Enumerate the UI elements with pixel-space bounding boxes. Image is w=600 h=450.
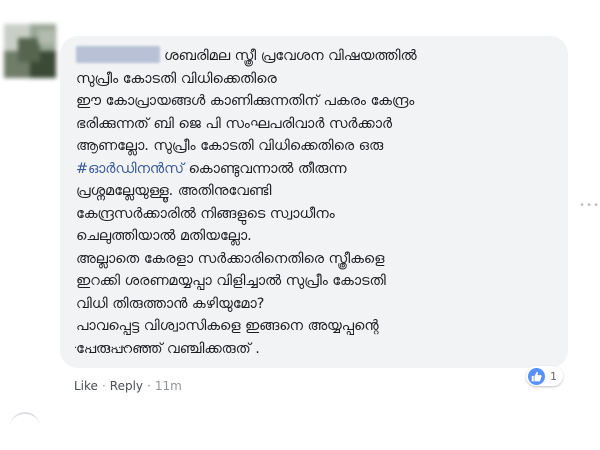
comment-line: അല്ലാതെ കേരളാ സർക്കാരിനെതിരെ സ്ത്രീകളെ bbox=[76, 250, 385, 267]
comment-text-segment: കൊണ്ടുവന്നാൽ തീരുന്ന bbox=[188, 160, 347, 177]
comment-line: ശബരിമല സ്ത്രീ പ്രവേശന വിഷയത്തിൽ bbox=[76, 45, 560, 68]
comment-line: ഈ കോപ്രായങ്ങൾ കാണിക്കുന്നതിന് പകരം കേന്ദ… bbox=[76, 93, 415, 109]
comment-line: #ഓർഡിനൻസ് കൊണ്ടുവന്നാൽ തീരുന്ന bbox=[76, 158, 560, 181]
comment-line: പ്രശ്നമല്ലേയുള്ളൂ. അതിനുവേണ്ടി bbox=[76, 183, 272, 199]
separator-dot: · bbox=[101, 379, 106, 393]
comment-screenshot: ശബരിമല സ്ത്രീ പ്രവേശന വിഷയത്തിൽ സുപ്രീം … bbox=[0, 0, 600, 450]
comment-timestamp[interactable]: 11m bbox=[155, 379, 182, 393]
thumbs-up-icon bbox=[528, 367, 545, 385]
comment-line: ഇറക്കി ശരണമയ്യപ്പാ വിളിച്ചാൽ സുപ്രീം കോട… bbox=[76, 273, 386, 289]
commenter-avatar[interactable] bbox=[4, 24, 56, 78]
commenter-name-blurred[interactable] bbox=[76, 46, 160, 63]
separator-dot: · bbox=[147, 379, 151, 393]
comment-line: ആണല്ലോ. സുപ്രീം കോടതി വിധിക്കെതിരെ ഒരു bbox=[76, 138, 384, 154]
more-options-icon[interactable]: • • • bbox=[579, 200, 599, 211]
comment-body: ശബരിമല സ്ത്രീ പ്രവേശന വിഷയത്തിൽ സുപ്രീം … bbox=[76, 45, 560, 360]
comment-line: സുപ്രീം കോടതി വിധിക്കെതിരെ bbox=[76, 70, 277, 87]
next-comment-avatar-partial bbox=[10, 412, 40, 442]
comment-line: ഭരിക്കുന്നത് ബി ജെ പി സംഘപരിവാർ സർക്കാർ bbox=[76, 115, 392, 132]
reaction-count: 1 bbox=[550, 369, 557, 383]
comment-actions: Like · Reply · 11m bbox=[74, 379, 182, 393]
comment-line: കേന്ദ്രസർക്കാരിൽ നിങ്ങളുടെ സ്വാധീനം bbox=[76, 205, 335, 222]
comment-text-segment: ശബരിമല സ്ത്രീ പ്രവേശന വിഷയത്തിൽ bbox=[164, 48, 417, 64]
reaction-summary[interactable]: 1 bbox=[526, 366, 563, 386]
like-button[interactable]: Like bbox=[74, 379, 98, 393]
comment-line: വിധി തിരുത്താൻ കഴിയുമോ? bbox=[76, 295, 265, 312]
hashtag-link[interactable]: #ഓർഡിനൻസ് bbox=[76, 161, 184, 177]
reply-button[interactable]: Reply bbox=[110, 379, 143, 393]
comment-line: ചെലുത്തിയാൽ മതിയല്ലോ. bbox=[76, 228, 252, 244]
comment-trailing-dots: . ................... bbox=[74, 340, 152, 351]
comment-line: പാവപ്പെട്ട വിശ്വാസികളെ ഇങ്ങനെ അയ്യപ്പന്റ… bbox=[76, 318, 379, 334]
